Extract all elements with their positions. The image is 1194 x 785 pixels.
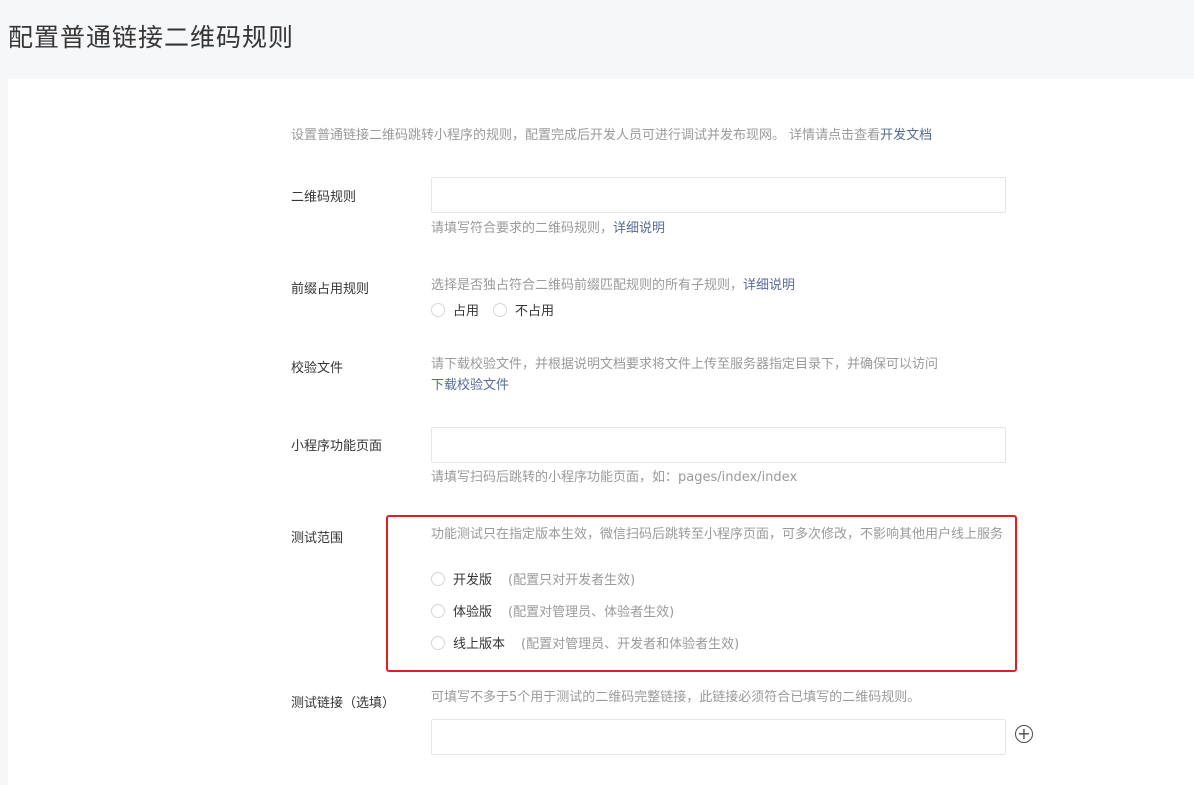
miniprogram-page-hint: 请填写扫码后跳转的小程序功能页面，如：pages/index/index bbox=[431, 470, 798, 485]
test-scope-label: 测试范围 bbox=[291, 531, 344, 546]
prefix-label: 前缀占用规则 bbox=[291, 282, 370, 297]
prefix-hint: 选择是否独占符合二维码前缀匹配规则的所有子规则，详细说明 bbox=[431, 275, 795, 296]
qr-rule-input[interactable] bbox=[431, 177, 1006, 213]
plus-circle-icon[interactable]: + bbox=[1015, 725, 1033, 743]
dev-docs-link[interactable]: 开发文档 bbox=[880, 128, 932, 143]
prefix-radio-group: 占用 不占用 bbox=[431, 300, 568, 319]
miniprogram-page-input[interactable] bbox=[431, 427, 1006, 463]
prefix-detail-link[interactable]: 详细说明 bbox=[743, 278, 795, 293]
prefix-not-occupy-label: 不占用 bbox=[515, 304, 555, 319]
form-panel: 设置普通链接二维码跳转小程序的规则，配置完成后开发人员可进行调试并发布现网。 详… bbox=[8, 79, 1194, 785]
qr-rule-hint: 请填写符合要求的二维码规则，详细说明 bbox=[431, 218, 665, 239]
prefix-occupy-label: 占用 bbox=[453, 304, 480, 319]
test-link-input[interactable] bbox=[431, 719, 1006, 755]
intro-text: 设置普通链接二维码跳转小程序的规则，配置完成后开发人员可进行调试并发布现网。 详… bbox=[291, 125, 932, 146]
qr-rule-hint-text: 请填写符合要求的二维码规则， bbox=[431, 221, 614, 236]
download-verify-file-link[interactable]: 下载校验文件 bbox=[431, 375, 509, 396]
miniprogram-page-label: 小程序功能页面 bbox=[291, 439, 383, 454]
prefix-occupy-radio[interactable]: 占用 bbox=[431, 300, 479, 319]
radio-circle-icon bbox=[431, 302, 445, 317]
verify-file-hint: 请下载校验文件，并根据说明文档要求将文件上传至服务器指定目录下，并确保可以访问 bbox=[431, 357, 939, 372]
radio-circle-icon bbox=[493, 302, 508, 317]
qr-rule-detail-link[interactable]: 详细说明 bbox=[613, 221, 665, 236]
intro-description: 设置普通链接二维码跳转小程序的规则，配置完成后开发人员可进行调试并发布现网。 详… bbox=[291, 128, 881, 143]
test-scope-highlight bbox=[386, 515, 1017, 672]
verify-file-label: 校验文件 bbox=[291, 361, 344, 376]
test-links-hint: 可填写不多于5个用于测试的二维码完整链接，此链接必须符合已填写的二维码规则。 bbox=[431, 690, 921, 705]
page-title: 配置普通链接二维码规则 bbox=[8, 23, 295, 52]
qr-rule-label: 二维码规则 bbox=[291, 190, 357, 205]
prefix-hint-text: 选择是否独占符合二维码前缀匹配规则的所有子规则， bbox=[431, 278, 744, 293]
prefix-not-occupy-radio[interactable]: 不占用 bbox=[493, 300, 554, 319]
test-links-label: 测试链接（选填） bbox=[291, 696, 396, 711]
